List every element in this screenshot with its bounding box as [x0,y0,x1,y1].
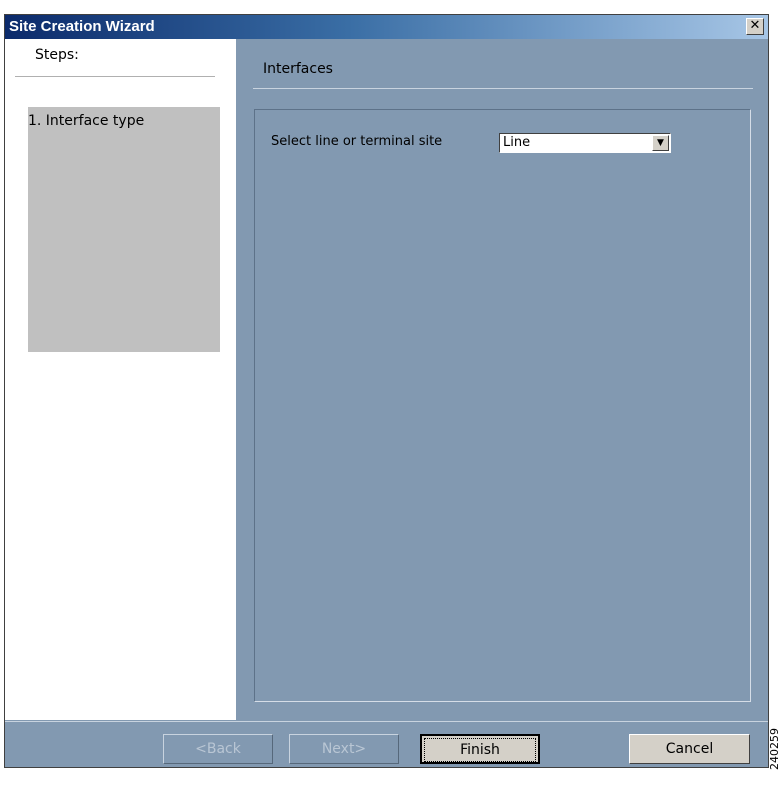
finish-button[interactable]: Finish [420,734,540,764]
close-button[interactable]: ✕ [746,18,764,35]
figure-code: 240259 [768,728,781,770]
site-type-value: Line [503,135,531,150]
next-button[interactable]: Next> [289,734,399,764]
interface-group: Select line or terminal site Line ▼ [254,109,751,702]
page-title: Interfaces [263,61,333,77]
close-icon: ✕ [749,18,761,33]
steps-heading: Steps: [35,47,79,63]
steps-pane: Steps: 1. Interface type [5,39,236,720]
title-bar[interactable]: Site Creation Wizard ✕ [5,15,768,39]
button-bar: <Back Next> Finish Cancel [5,721,768,768]
steps-list: 1. Interface type [28,107,220,352]
chevron-down-icon: ▼ [657,138,664,148]
site-type-select[interactable]: Line ▼ [499,133,671,153]
header-divider [253,88,753,89]
back-button[interactable]: <Back [163,734,273,764]
finish-button-label: Finish [424,738,536,762]
step-item-interface-type[interactable]: 1. Interface type [28,113,144,129]
wizard-dialog: Site Creation Wizard ✕ Steps: 1. Interfa… [4,14,769,768]
cancel-button[interactable]: Cancel [629,734,750,764]
window-title: Site Creation Wizard [9,18,155,35]
site-type-label: Select line or terminal site [271,134,443,149]
dropdown-button[interactable]: ▼ [652,135,669,151]
steps-divider [15,76,215,77]
